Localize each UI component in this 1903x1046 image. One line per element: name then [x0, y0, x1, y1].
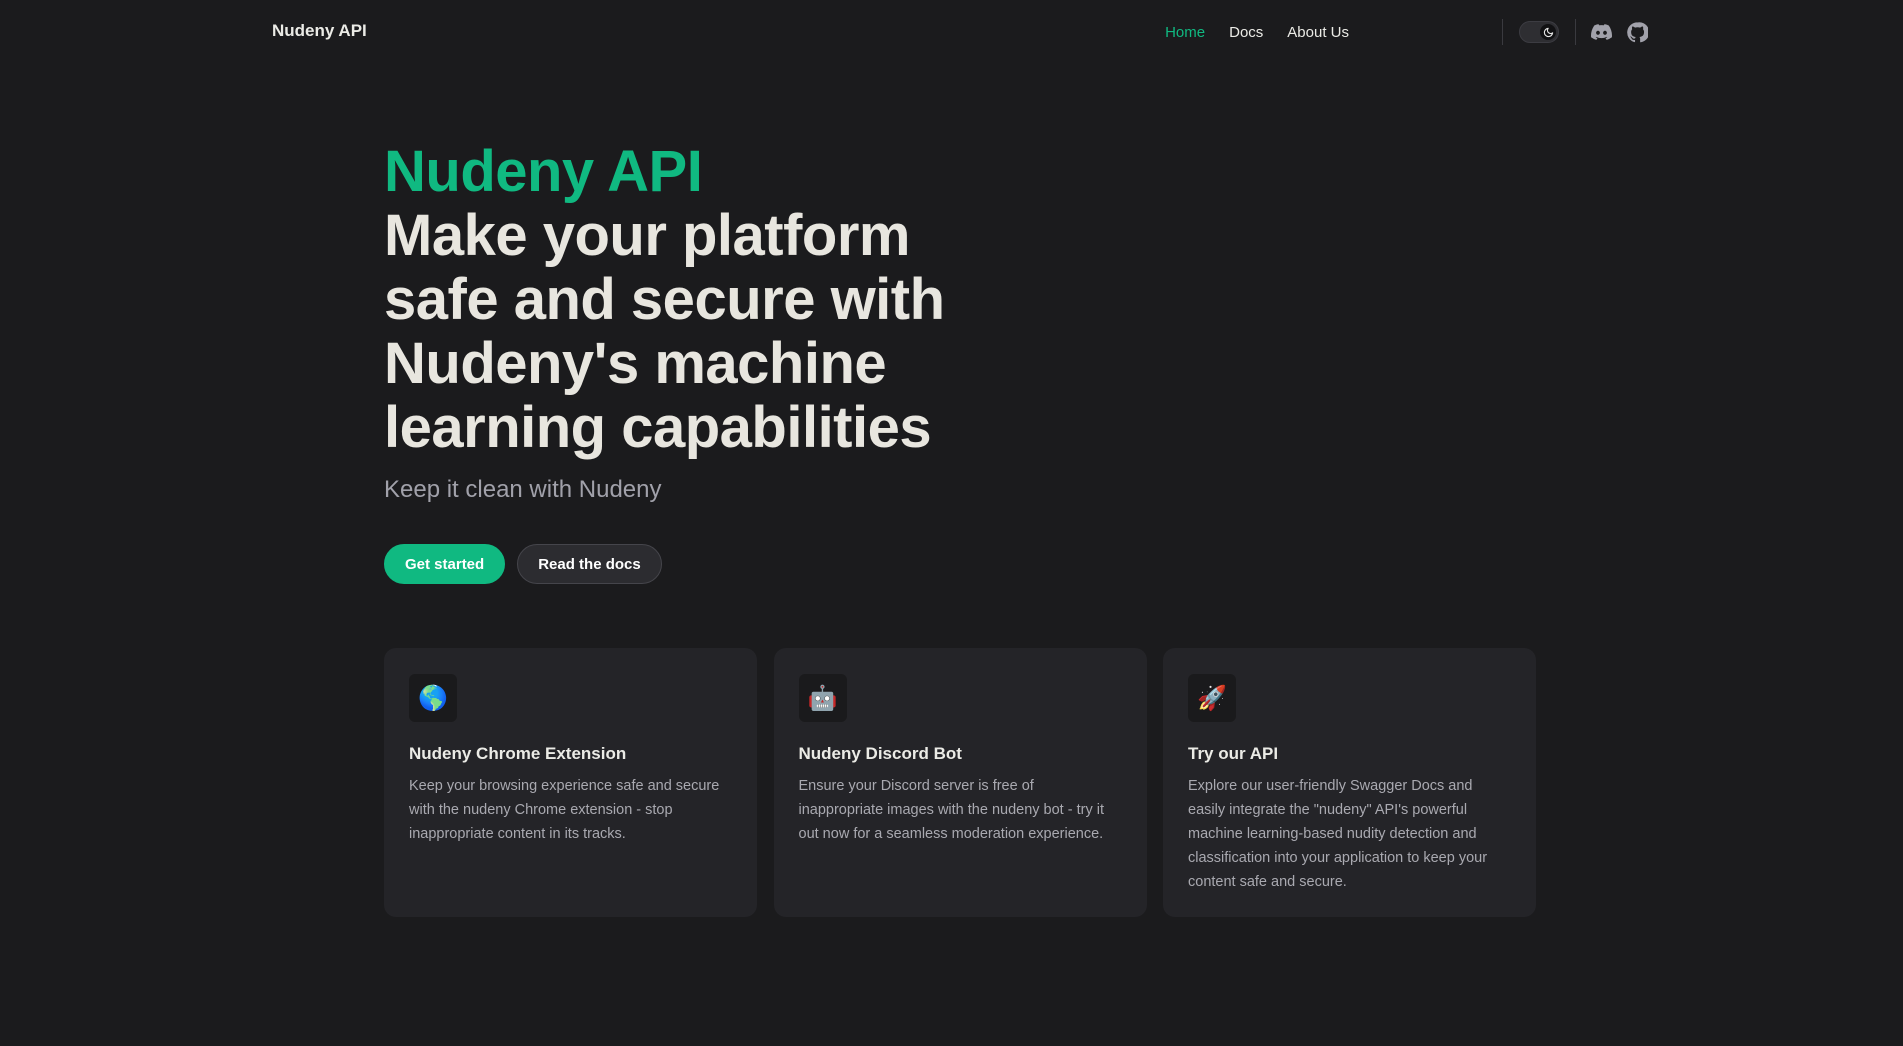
nav-link-about-us[interactable]: About Us: [1287, 24, 1349, 41]
card-description: Keep your browsing experience safe and s…: [409, 778, 720, 842]
theme-toggle[interactable]: [1519, 21, 1559, 43]
rocket-icon: 🚀: [1188, 674, 1236, 722]
card-chrome-extension[interactable]: 🌎 Nudeny Chrome Extension Keep your brow…: [384, 648, 757, 917]
card-description: Ensure your Discord server is free of in…: [798, 778, 1104, 842]
nav-link-home[interactable]: Home: [1165, 24, 1205, 41]
nav-link-docs[interactable]: Docs: [1229, 24, 1263, 41]
nav-divider: [1575, 19, 1576, 45]
hero-title-main: Make your platform safe and secure with …: [384, 203, 945, 460]
card-title: Try our API: [1188, 744, 1279, 763]
hero-section: Nudeny API Make your platform safe and s…: [384, 140, 1024, 504]
hero-title: Nudeny API Make your platform safe and s…: [384, 140, 1024, 460]
nav-divider: [1502, 19, 1503, 45]
card-try-api[interactable]: 🚀 Try our API Explore our user-friendly …: [1163, 648, 1536, 917]
card-title: Nudeny Chrome Extension: [409, 744, 627, 763]
moon-icon: [1540, 24, 1556, 40]
hero-title-accent: Nudeny API: [384, 139, 703, 204]
read-docs-button[interactable]: Read the docs: [517, 544, 662, 584]
hero-buttons: Get started Read the docs: [384, 544, 674, 584]
get-started-button[interactable]: Get started: [384, 544, 506, 584]
card-description: Explore our user-friendly Swagger Docs a…: [1188, 778, 1488, 890]
nav-links: Home Docs About Us: [1141, 0, 1349, 64]
card-discord-bot[interactable]: 🤖 Nudeny Discord Bot Ensure your Discord…: [773, 648, 1147, 917]
hero-subtitle: Keep it clean with Nudeny: [384, 476, 662, 503]
navbar: Nudeny API Home Docs About Us: [0, 0, 1903, 64]
github-icon[interactable]: [1626, 21, 1648, 43]
robot-icon: 🤖: [798, 674, 847, 722]
brand-logo-text[interactable]: Nudeny API: [272, 21, 367, 41]
globe-icon: 🌎: [409, 674, 457, 722]
discord-icon[interactable]: [1590, 21, 1612, 43]
feature-cards: 🌎 Nudeny Chrome Extension Keep your brow…: [384, 648, 1536, 917]
card-title: Nudeny Discord Bot: [798, 744, 962, 763]
